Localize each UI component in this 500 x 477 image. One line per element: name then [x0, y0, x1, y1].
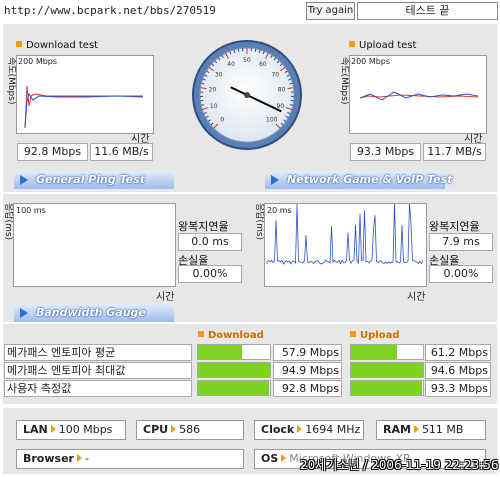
download-speed-mbs: 11.6 MB/s — [90, 143, 153, 161]
orange-square-icon — [16, 41, 22, 47]
ping-rtt-value: 0.0 ms — [178, 233, 242, 251]
bandwidth-download-header: Download — [198, 330, 264, 341]
browser-label: Browser — [23, 452, 74, 465]
game-x-axis-label: 시간 — [407, 292, 426, 303]
upload-bar-value: 93.3 Mbps — [425, 380, 491, 397]
upload-bar-fill — [351, 381, 422, 395]
game-latency-graph — [266, 204, 424, 265]
ping-rtt-label: 왕복지연율 — [178, 220, 229, 233]
upload-speed-mbs: 11.7 MB/s — [423, 143, 486, 161]
arrow-icon — [413, 425, 419, 433]
gauge-tick-label: 0 — [220, 117, 224, 124]
gauge-tick-label: 30 — [215, 71, 223, 78]
download-speed-graph — [24, 85, 144, 129]
orange-square-icon — [198, 331, 204, 337]
orange-square-icon — [349, 41, 355, 47]
cpu-label: CPU — [143, 423, 169, 436]
arrow-icon — [297, 425, 303, 433]
speed-gauge: 0102030405060708090100 — [192, 40, 302, 150]
download-bar — [197, 380, 271, 396]
bandwidth-row-label: 메가패스 엔토피아 평균 — [4, 344, 192, 361]
cpu-value: 586 — [179, 423, 201, 436]
bandwidth-upload-header: Upload — [350, 330, 399, 341]
top-bar: http://www.bcpark.net/bbs/270519 Try aga… — [0, 0, 500, 22]
arrow-icon — [76, 454, 82, 462]
upload-title: Upload test — [349, 40, 416, 51]
upload-bar-fill — [351, 345, 397, 359]
upload-speed-graph — [359, 91, 479, 101]
clock-value: 1694 MHz — [305, 423, 361, 436]
ping-loss-value: 0.00% — [178, 265, 242, 283]
ping-x-axis-label: 시간 — [156, 292, 175, 303]
game-loss-value: 0.00% — [429, 265, 493, 283]
bandwidth-row-label: 사용자 측정값 — [4, 380, 192, 397]
test-end-status: 테스트 끝 — [357, 2, 498, 20]
ram-info: RAM 511 MB — [376, 420, 486, 440]
gauge-tick-label: 80 — [278, 87, 286, 94]
watermark: 20세기소년 / 2006-11-19 22:23:56 — [300, 458, 499, 472]
browser-value: - — [84, 452, 89, 465]
download-chart: 200 Mbps — [16, 55, 154, 134]
game-rtt-value: 7.9 ms — [429, 233, 493, 251]
ram-value: 511 MB — [421, 423, 464, 436]
download-bar-value: 94.9 Mbps — [273, 362, 342, 379]
download-bar — [197, 344, 271, 360]
lan-value: 100 Mbps — [58, 423, 113, 436]
browser-info: Browser - — [16, 449, 244, 469]
gauge-tick-label: 20 — [209, 87, 217, 94]
gauge-tick-label: 40 — [227, 61, 235, 68]
game-rtt-label: 왕복지연율 — [429, 220, 480, 233]
arrow-icon — [20, 308, 28, 318]
download-bar-value: 57.9 Mbps — [273, 344, 342, 361]
download-title: Download test — [16, 40, 98, 51]
gauge-tick-label: 100 — [266, 117, 278, 124]
download-bar — [197, 362, 271, 378]
orange-square-icon — [350, 331, 356, 337]
upload-bar-fill — [351, 363, 423, 377]
upload-chart: 200 Mbps — [349, 55, 487, 134]
upload-bar — [350, 362, 424, 378]
gauge-tick-label: 50 — [243, 57, 251, 64]
arrow-icon — [20, 175, 28, 185]
arrow-icon — [281, 454, 287, 462]
upload-bar-value: 94.6 Mbps — [425, 362, 491, 379]
lan-info: LAN 100 Mbps — [16, 420, 126, 440]
tab-general-ping-test[interactable]: General Ping Test — [14, 171, 174, 189]
arrow-icon — [271, 175, 279, 185]
tab-network-game-voip-test[interactable]: Network Game & VoIP Test — [265, 171, 452, 189]
bandwidth-row-label: 메가패스 엔토피아 최대값 — [4, 362, 192, 379]
page-url: http://www.bcpark.net/bbs/270519 — [4, 4, 216, 17]
arrow-icon — [50, 425, 56, 433]
download-bar-fill — [198, 381, 269, 395]
gauge-tick-label: 60 — [259, 61, 267, 68]
download-bar-fill — [198, 363, 270, 377]
upload-bar — [350, 380, 424, 396]
try-again-button[interactable]: Try again — [306, 2, 355, 20]
cpu-info: CPU 586 — [136, 420, 244, 440]
download-bar-value: 92.8 Mbps — [273, 380, 342, 397]
upload-bar-value: 61.2 Mbps — [425, 344, 491, 361]
ping-scale: 100 ms — [16, 206, 46, 215]
arrow-icon — [171, 425, 177, 433]
ram-label: RAM — [383, 423, 411, 436]
upload-speed-mbps: 93.3 Mbps — [350, 143, 421, 161]
download-speed-mbps: 92.8 Mbps — [17, 143, 88, 161]
clock-info: Clock 1694 MHz — [254, 420, 364, 440]
os-label: OS — [261, 452, 279, 465]
gauge-tick-label: 70 — [271, 71, 279, 78]
game-chart: 20 ms — [264, 203, 427, 287]
clock-label: Clock — [261, 423, 295, 436]
tab-bandwidth-gauge[interactable]: Bandwidth Gauge — [14, 304, 174, 322]
gauge-tick-label: 10 — [210, 103, 218, 110]
download-bar-fill — [198, 345, 242, 359]
lan-label: LAN — [23, 423, 48, 436]
upload-bar — [350, 344, 424, 360]
ping-chart: 100 ms — [13, 203, 176, 287]
